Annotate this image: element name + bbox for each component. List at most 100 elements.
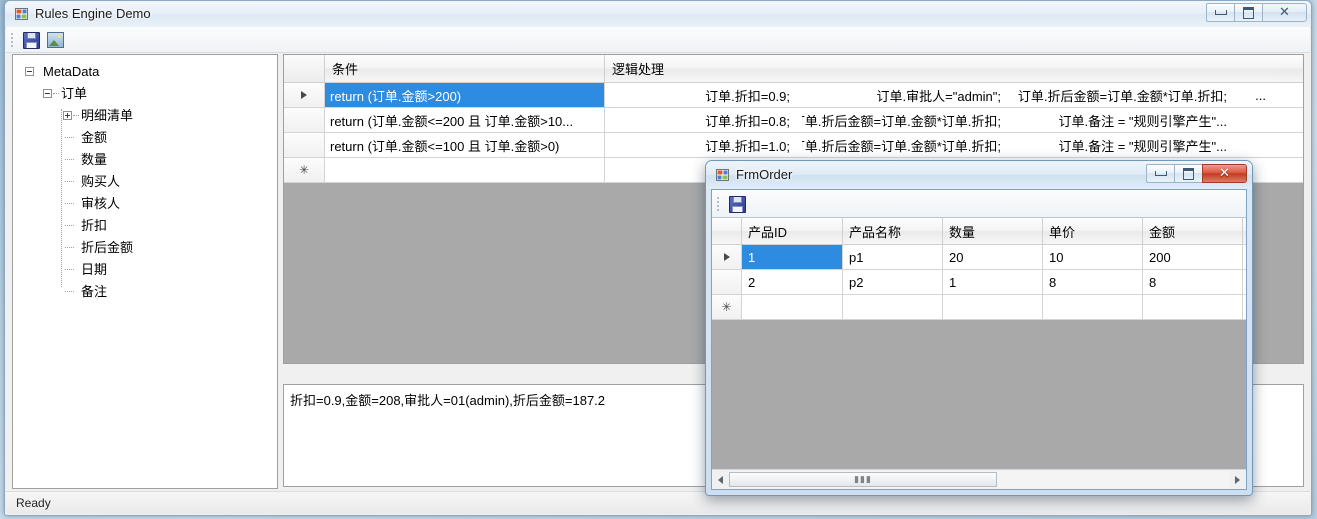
logic-segment: 订单.折后金额=订单.金额*订单.折扣; [802,138,1001,154]
logic-segment: 订单.折扣=1.0; [705,138,790,154]
cell-产品ID[interactable]: 1 [742,245,843,269]
close-button[interactable]: ✕ [1262,3,1307,22]
table-row[interactable]: return (订单.金额<=200 且 订单.金额>10... 订单.折扣=0.… [284,108,1303,133]
table-row[interactable]: 1 p1 20 10 200 [712,245,1246,270]
scroll-right-button[interactable] [1229,471,1246,488]
metadata-tree: MetaData 订单明细清单 金额 数量购买人审核人 折扣 折后金额 日期 备注 [13,55,277,303]
tree-item-4[interactable]: 数量 [17,149,277,171]
collapse-icon[interactable] [43,89,52,98]
frm-order-title: FrmOrder [736,167,793,182]
cell-产品名称[interactable]: p1 [843,245,943,269]
frm-order-client-area: 产品ID 产品名称 数量 单价 金额 1 p1 20 10 200 2 p2 1 8 8 ✳ ▮▮▮ [711,189,1247,490]
cell-condition[interactable]: return (订单.金额<=100 且 订单.金额>0) [325,133,605,157]
collapse-icon[interactable] [25,67,34,76]
minimize-icon [1214,10,1227,15]
tree-item-label: 购买人 [81,174,121,189]
current-row-arrow-icon [301,91,307,99]
minimize-button[interactable] [1146,164,1175,183]
save-button[interactable] [20,30,42,50]
tree-item-9[interactable]: 日期 [17,259,277,281]
cell-金额[interactable]: 8 [1143,270,1243,294]
tree-item-1[interactable]: 订单 [17,83,277,105]
tree-item-3[interactable]: 金额 [17,127,277,149]
new-row-star-icon: ✳ [721,300,732,314]
row-selector[interactable] [284,108,325,132]
metadata-tree-panel[interactable]: MetaData 订单明细清单 金额 数量购买人审核人 折扣 折后金额 日期 备注 [12,54,278,489]
cell-单价[interactable]: 8 [1043,270,1143,294]
row-selector[interactable] [712,270,742,294]
toolbar-grip[interactable] [11,33,14,47]
cell-产品ID[interactable]: 2 [742,270,843,294]
tree-connector [53,93,59,94]
tree-item-10[interactable]: 备注 [17,281,277,303]
tree-item-label: 订单 [61,86,88,101]
frm-order-titlebar[interactable]: FrmOrder ✕ [706,161,1252,189]
tree-item-5[interactable]: 购买人 [17,171,277,193]
cell-logic[interactable]: 订单.折扣=0.8; 订单.折后金额=订单.金额*订单.折扣; 订单.备注 = "规… [605,108,1278,132]
cell-condition[interactable]: return (订单.金额<=200 且 订单.金额>10... [325,108,605,132]
row-selector[interactable] [284,133,325,157]
order-column-0[interactable]: 产品ID [742,218,843,244]
close-button[interactable]: ✕ [1202,164,1247,183]
tree-connector [65,159,74,160]
frm-order-window: FrmOrder ✕ 产品ID 产品名称 数量 单价 金额 1 p1 20 10 200 2 p2 1… [705,160,1253,496]
cell-logic[interactable]: 订单.折扣=1.0; 订单.折后金额=订单.金额*订单.折扣; 订单.备注 = "规… [605,133,1278,157]
tree-item-8[interactable]: 折后金额 [17,237,277,259]
save-button[interactable] [726,194,748,214]
cell-数量[interactable]: 1 [943,270,1043,294]
cell-产品名称[interactable] [843,295,943,319]
minimize-button[interactable] [1206,3,1235,22]
cell-产品ID[interactable] [742,295,843,319]
tree-connector [73,115,79,116]
scrollbar-track[interactable]: ▮▮▮ [729,471,1229,488]
form-icon [15,7,29,21]
maximize-button[interactable] [1174,164,1203,183]
cell-condition[interactable] [325,158,605,182]
order-column-2[interactable]: 数量 [943,218,1043,244]
cell-产品名称[interactable]: p2 [843,270,943,294]
expand-icon[interactable] [63,111,72,120]
maximize-button[interactable] [1234,3,1263,22]
cell-金额[interactable] [1143,295,1243,319]
rules-column-condition[interactable]: 条件 [325,55,605,82]
toolbar-grip[interactable] [717,197,720,211]
cell-单价[interactable] [1043,295,1143,319]
tree-item-0[interactable]: MetaData [17,61,277,83]
table-row[interactable]: ✳ [712,295,1246,320]
table-row[interactable]: 2 p2 1 8 8 [712,270,1246,295]
order-detail-grid[interactable]: 产品ID 产品名称 数量 单价 金额 1 p1 20 10 200 2 p2 1 8 8 ✳ [712,217,1246,469]
form-icon [716,168,730,182]
logic-segment: 订单.折扣=0.8; [705,113,790,129]
tree-connector [65,225,74,226]
row-selector[interactable] [284,83,325,107]
scroll-left-button[interactable] [712,471,729,488]
order-column-1[interactable]: 产品名称 [843,218,943,244]
image-button[interactable] [44,30,66,50]
cell-数量[interactable]: 20 [943,245,1043,269]
main-titlebar[interactable]: Rules Engine Demo ✕ [5,1,1311,28]
cell-数量[interactable] [943,295,1043,319]
tree-item-2[interactable]: 明细清单 [17,105,277,127]
order-column-3[interactable]: 单价 [1043,218,1143,244]
table-row[interactable]: return (订单.金额>200) 订单.折扣=0.9; 订单.审批人="admi… [284,83,1303,108]
status-text: Ready [16,496,51,510]
order-grid-header-rowselector [712,218,742,244]
order-grid-hscrollbar[interactable]: ▮▮▮ [712,469,1246,489]
row-selector[interactable] [712,245,742,269]
scrollbar-thumb[interactable]: ▮▮▮ [729,472,997,487]
row-selector[interactable]: ✳ [712,295,742,319]
tree-item-6[interactable]: 审核人 [17,193,277,215]
cell-金额[interactable]: 200 [1143,245,1243,269]
rules-column-logic[interactable]: 逻辑处理 [605,55,1278,82]
logic-segment: 订单.备注 = "规则引擎产生"... [1058,113,1228,129]
logic-segment: 订单.折后金额=订单.金额*订单.折扣; [802,113,1001,129]
table-row[interactable]: return (订单.金额<=100 且 订单.金额>0) 订单.折扣=1.0; 订… [284,133,1303,158]
row-selector[interactable]: ✳ [284,158,325,182]
order-column-4[interactable]: 金额 [1143,218,1243,244]
tree-connector [65,269,74,270]
tree-connector [61,109,62,287]
tree-item-7[interactable]: 折扣 [17,215,277,237]
cell-condition[interactable]: return (订单.金额>200) [325,83,605,107]
cell-单价[interactable]: 10 [1043,245,1143,269]
cell-logic[interactable]: 订单.折扣=0.9; 订单.审批人="admin"; 订单.折后金额=订单.金额*订… [605,83,1278,107]
